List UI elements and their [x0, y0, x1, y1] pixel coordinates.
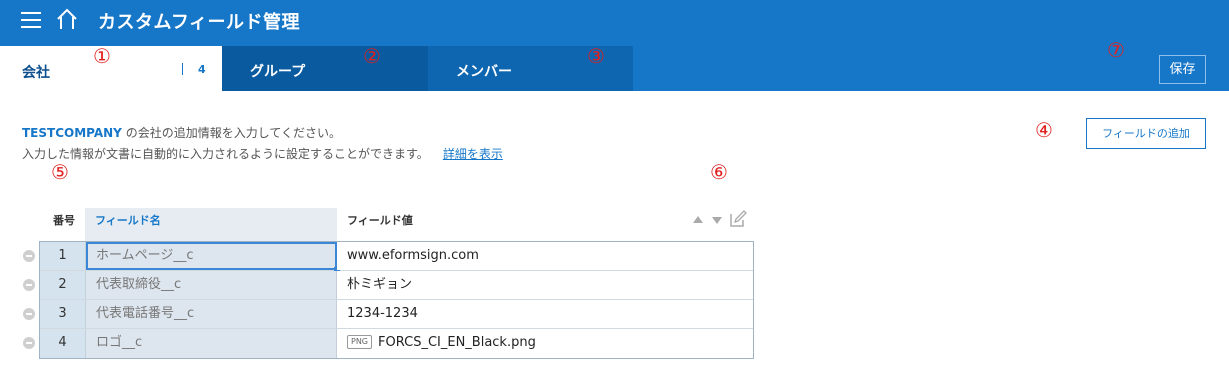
annotation-marker-5: ⑤	[51, 160, 69, 184]
description-line-2: 入力した情報が文書に自動的に入力されるように設定することができます。 詳細を表示	[22, 145, 503, 162]
tab-company-label: 会社	[22, 65, 50, 81]
tab-member-label: メンバー	[456, 64, 512, 80]
field-value-cell[interactable]: 1234-1234	[337, 300, 753, 328]
column-header-field-name: フィールド名	[95, 214, 161, 227]
remove-row-4-icon[interactable]	[23, 337, 35, 349]
custom-field-table: 1 ホームページ__c www.eformsign.com 2 代表取締役__c…	[39, 241, 754, 359]
tab-company[interactable]: 会社 4	[0, 46, 222, 91]
hamburger-menu-icon[interactable]	[21, 12, 41, 29]
move-up-icon[interactable]	[693, 216, 703, 223]
annotation-marker-6: ⑥	[710, 160, 728, 184]
add-field-button[interactable]: フィールドの追加	[1086, 118, 1206, 149]
table-row: 4 ロゴ__c PNG FORCS_CI_EN_Black.png	[40, 329, 753, 358]
file-name: FORCS_CI_EN_Black.png	[378, 335, 536, 350]
home-icon[interactable]	[56, 8, 78, 30]
annotation-marker-7: ⑦	[1107, 38, 1125, 62]
table-row: 1 ホームページ__c www.eformsign.com	[40, 242, 753, 273]
annotation-marker-1: ①	[93, 44, 111, 68]
row-number: 2	[40, 271, 86, 299]
page-title: カスタムフィールド管理	[98, 12, 301, 33]
field-value-cell[interactable]: 朴ミギョン	[337, 271, 753, 299]
edit-icon[interactable]	[729, 210, 747, 228]
row-number: 3	[40, 300, 86, 328]
tab-divider	[182, 63, 183, 75]
description-text: の会社の追加情報を入力してください。	[121, 126, 341, 140]
table-row: 3 代表電話番号__c 1234-1234	[40, 300, 753, 329]
tab-group-label: グループ	[250, 64, 306, 80]
annotation-marker-2: ②	[363, 44, 381, 68]
field-value-cell[interactable]: PNG FORCS_CI_EN_Black.png	[337, 329, 753, 358]
tab-group[interactable]: グループ	[222, 46, 428, 91]
company-name: TESTCOMPANY	[22, 126, 122, 140]
details-link[interactable]: 詳細を表示	[443, 147, 503, 161]
tab-company-count: 4	[198, 63, 206, 76]
move-down-icon[interactable]	[712, 217, 722, 224]
annotation-marker-3: ③	[587, 44, 605, 68]
field-name-cell[interactable]: ロゴ__c	[86, 329, 337, 358]
description-line-1: TESTCOMPANY の会社の追加情報を入力してください。	[22, 124, 341, 141]
field-value-cell[interactable]: www.eformsign.com	[337, 242, 753, 270]
row-number: 4	[40, 329, 86, 358]
png-file-icon: PNG	[347, 335, 373, 349]
field-name-cell[interactable]: 代表電話番号__c	[86, 300, 337, 328]
field-name-text: ホームページ__c	[96, 248, 194, 263]
field-name-cell[interactable]: ホームページ__c	[86, 242, 340, 273]
remove-row-2-icon[interactable]	[23, 279, 35, 291]
row-number: 1	[40, 242, 86, 270]
top-bar: カスタムフィールド管理 会社 4 グループ メンバー 保存	[0, 0, 1229, 91]
remove-row-1-icon[interactable]	[23, 250, 35, 262]
field-name-cell[interactable]: 代表取締役__c	[86, 271, 337, 299]
save-button[interactable]: 保存	[1159, 55, 1206, 84]
column-header-field-value: フィールド値	[347, 214, 413, 227]
column-header-number: 番号	[53, 214, 75, 227]
description-text-2: 入力した情報が文書に自動的に入力されるように設定することができます。	[22, 147, 429, 161]
table-row: 2 代表取締役__c 朴ミギョン	[40, 271, 753, 300]
annotation-marker-4: ④	[1035, 118, 1053, 142]
remove-row-3-icon[interactable]	[23, 308, 35, 320]
